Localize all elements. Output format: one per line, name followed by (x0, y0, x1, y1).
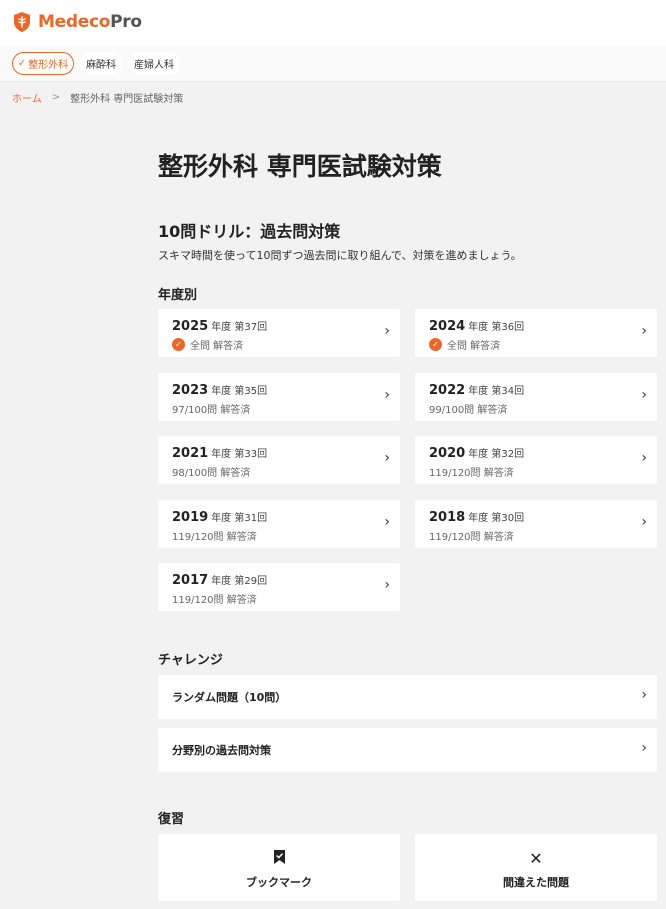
chevron-right-icon: › (384, 387, 390, 403)
breadcrumb-home[interactable]: ホーム (12, 90, 42, 105)
completed-check-icon: ✓ (429, 338, 442, 351)
progress-status: 119/120問 解答済 (172, 595, 257, 606)
progress-status: 97/100問 解答済 (172, 405, 251, 416)
exam-round: 年度 第33回 (211, 449, 268, 460)
shield-logo-icon (14, 12, 30, 32)
year-card-2025[interactable]: 2025 年度 第37回 ✓ 全問 解答済 › (158, 309, 400, 357)
year-label: 2024 (429, 319, 466, 334)
exam-round: 年度 第36回 (468, 322, 525, 333)
chevron-right-icon: › (641, 687, 647, 703)
year-card-2021[interactable]: 2021 年度 第33回 98/100問 解答済 › (158, 436, 400, 484)
by-year-heading: 年度別 (158, 288, 198, 303)
brand-name: MedecoPro (38, 12, 142, 32)
tab-obstetrics[interactable]: 産婦人科 (128, 52, 180, 75)
breadcrumb: ホーム > 整形外科 専門医試験対策 (12, 90, 183, 105)
year-label: 2022 (429, 383, 466, 398)
tab-orthopedics[interactable]: ✓ 整形外科 (12, 52, 74, 75)
progress-status: 全問 解答済 (190, 341, 244, 352)
chevron-right-icon: › (384, 323, 390, 339)
chevron-right-icon: › (641, 514, 647, 530)
department-tabs: ✓ 整形外科 麻酔科 産婦人科 (0, 46, 666, 82)
completed-check-icon: ✓ (172, 338, 185, 351)
year-label: 2020 (429, 446, 466, 461)
breadcrumb-current: 整形外科 専門医試験対策 (70, 94, 184, 105)
chevron-right-icon: › (641, 387, 647, 403)
year-card-2022[interactable]: 2022 年度 第34回 99/100問 解答済 › (415, 373, 657, 421)
exam-round: 年度 第31回 (211, 513, 268, 524)
page-title: 整形外科 専門医試験対策 (158, 152, 442, 181)
chevron-right-icon: › (384, 514, 390, 530)
progress-status: 119/120問 解答済 (429, 532, 514, 543)
bookmark-icon (158, 849, 400, 869)
progress-status: 119/120問 解答済 (172, 532, 257, 543)
year-card-2019[interactable]: 2019 年度 第31回 119/120問 解答済 › (158, 500, 400, 548)
chevron-right-icon: › (641, 450, 647, 466)
random-questions-button[interactable]: ランダム問題（10問） › (158, 675, 657, 719)
year-label: 2018 (429, 510, 466, 525)
progress-status: 98/100問 解答済 (172, 468, 251, 479)
drill-title: 10問ドリル：過去問対策 (158, 222, 341, 241)
bookmark-button[interactable]: ブックマーク (158, 834, 400, 901)
check-icon: ✓ (17, 58, 27, 69)
x-mark-icon: ✕ (529, 849, 543, 868)
exam-round: 年度 第37回 (211, 322, 268, 333)
year-card-2017[interactable]: 2017 年度 第29回 119/120問 解答済 › (158, 563, 400, 611)
year-label: 2025 (172, 319, 209, 334)
year-card-2018[interactable]: 2018 年度 第30回 119/120問 解答済 › (415, 500, 657, 548)
drill-description: スキマ時間を使って10問ずつ過去問に取り組んで、対策を進めましょう。 (158, 249, 522, 262)
year-label: 2023 (172, 383, 209, 398)
progress-status: 99/100問 解答済 (429, 405, 508, 416)
chevron-right-icon: › (641, 323, 647, 339)
brand-logo[interactable]: MedecoPro (12, 11, 142, 33)
year-card-2023[interactable]: 2023 年度 第35回 97/100問 解答済 › (158, 373, 400, 421)
chevron-right-icon: › (384, 450, 390, 466)
top-header: MedecoPro (0, 0, 666, 46)
chevron-right-icon: › (384, 577, 390, 593)
chevron-right-icon: > (51, 92, 61, 103)
chevron-right-icon: › (641, 740, 647, 756)
year-label: 2017 (172, 573, 209, 588)
tab-anesthesiology[interactable]: 麻酔科 (80, 52, 122, 75)
progress-status: 全問 解答済 (447, 341, 501, 352)
exam-round: 年度 第32回 (468, 449, 525, 460)
year-card-2020[interactable]: 2020 年度 第32回 119/120問 解答済 › (415, 436, 657, 484)
challenge-heading: チャレンジ (158, 653, 223, 668)
year-card-2024[interactable]: 2024 年度 第36回 ✓ 全問 解答済 › (415, 309, 657, 357)
progress-status: 119/120問 解答済 (429, 468, 514, 479)
field-questions-button[interactable]: 分野別の過去問対策 › (158, 728, 657, 772)
exam-round: 年度 第29回 (211, 576, 268, 587)
year-label: 2019 (172, 510, 209, 525)
exam-round: 年度 第30回 (468, 513, 525, 524)
year-label: 2021 (172, 446, 209, 461)
exam-round: 年度 第34回 (468, 386, 525, 397)
review-heading: 復習 (158, 812, 185, 827)
exam-round: 年度 第35回 (211, 386, 268, 397)
mistakes-button[interactable]: ✕ 間違えた問題 (415, 834, 657, 901)
